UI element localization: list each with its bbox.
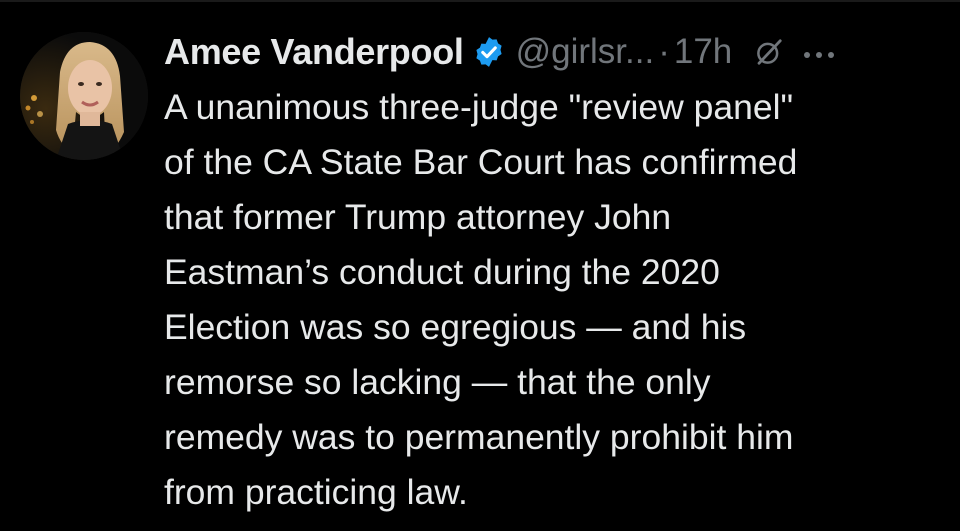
tweet-text-line: remorse so lacking — that the only bbox=[164, 362, 711, 402]
tweet[interactable]: Amee Vanderpool @girlsr... · 17h A unani… bbox=[0, 0, 960, 531]
tweet-text: A unanimous three-judge "review panel" o… bbox=[164, 80, 944, 520]
timestamp[interactable]: 17h bbox=[674, 32, 732, 72]
avatar[interactable] bbox=[20, 32, 148, 160]
avatar-image bbox=[20, 32, 148, 160]
tweet-text-line: Eastman’s conduct during the 2020 bbox=[164, 252, 720, 292]
tweet-text-line: Election was so egregious — and his bbox=[164, 307, 747, 347]
tweet-text-line: of the CA State Bar Court has confirmed bbox=[164, 142, 798, 182]
tweet-header: Amee Vanderpool @girlsr... · 17h bbox=[164, 26, 950, 78]
tweet-text-line: A unanimous three-judge "review panel" bbox=[164, 87, 794, 127]
tweet-text-line: remedy was to permanently prohibit him bbox=[164, 417, 794, 457]
separator-dot: · bbox=[658, 32, 670, 71]
more-options-icon[interactable] bbox=[802, 47, 836, 58]
author-handle[interactable]: @girlsr... bbox=[516, 32, 655, 72]
tweet-text-line: that former Trump attorney John bbox=[164, 197, 672, 237]
author-display-name[interactable]: Amee Vanderpool bbox=[164, 31, 464, 73]
tweet-text-line: from practicing law. bbox=[164, 472, 468, 512]
tweet-content: Amee Vanderpool @girlsr... · 17h A unani… bbox=[164, 26, 950, 520]
grok-icon[interactable] bbox=[754, 37, 784, 67]
verified-badge-icon bbox=[472, 35, 506, 69]
